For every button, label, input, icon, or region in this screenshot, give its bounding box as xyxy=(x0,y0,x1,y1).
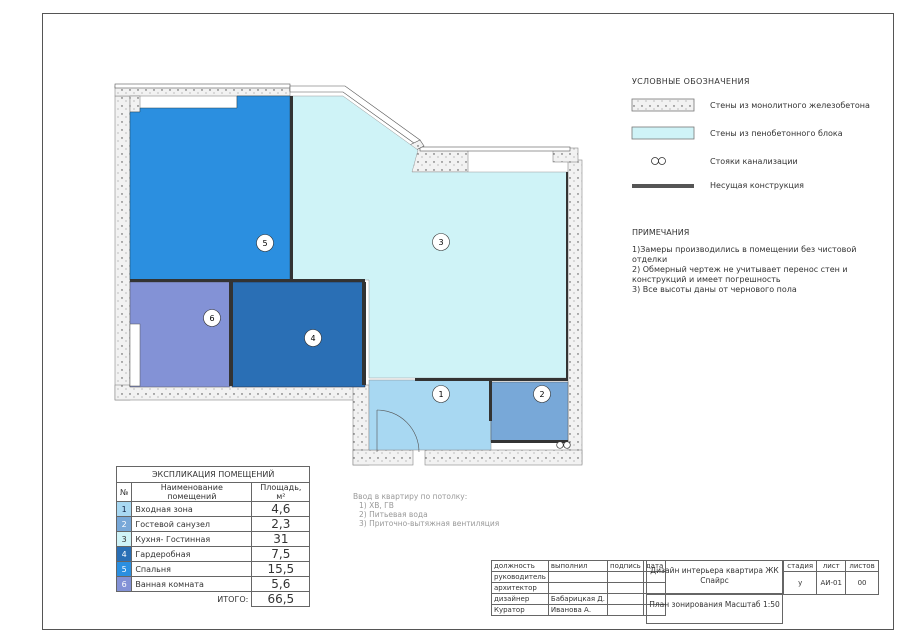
sheet-title: План зонирования Масштаб 1:50 xyxy=(646,594,783,624)
concrete-wall-swatch xyxy=(631,98,695,112)
project-name: Дизайн интерьера квартира ЖК Спайрс xyxy=(646,560,783,594)
table-row: 6 Ванная комната 5,6 xyxy=(115,576,311,592)
room-bedroom xyxy=(129,95,291,281)
room-entry xyxy=(368,379,492,451)
legend-item-foam-block: Стены из пенобетонного блока xyxy=(710,129,843,138)
sheet-info: стадия лист листов у АИ-01 00 xyxy=(782,560,879,595)
table-row: 3 Кухня- Гостинная 31 xyxy=(115,531,311,547)
col-header-name: Наименование помещений xyxy=(131,482,253,502)
legend-title: УСЛОВНЫЕ ОБОЗНАЧЕНИЯ xyxy=(632,77,750,86)
room-wardrobe xyxy=(231,281,366,388)
room-marker-2: 2 xyxy=(539,390,544,399)
entry-utilities: Ввод в квартиру по потолку: 1) ХВ, ГВ 2)… xyxy=(353,492,500,528)
notes-title: ПРИМЕЧАНИЯ xyxy=(632,228,690,237)
legend-sewer-riser-icon xyxy=(651,157,666,165)
legend-item-sewer: Стояки канализации xyxy=(710,157,798,166)
total-label: ИТОГО: xyxy=(116,591,253,607)
table-row: 4 Гардеробная 7,5 xyxy=(115,546,311,562)
table-row: 5 Спальня 15,5 xyxy=(115,561,311,577)
note-item: 3) Все высоты даны от чернового пола xyxy=(632,285,797,294)
room-guest-bathroom xyxy=(490,381,569,443)
room-marker-6: 6 xyxy=(209,314,214,323)
load-bearing-line xyxy=(632,184,694,188)
legend-item-load-bearing: Несущая конструкция xyxy=(710,181,804,190)
explication-title: ЭКСПЛИКАЦИЯ ПОМЕЩЕНИЙ xyxy=(115,466,311,483)
table-row: 1 Входная зона 4,6 xyxy=(115,501,311,517)
col-header-number: № xyxy=(115,482,133,502)
room-marker-1: 1 xyxy=(438,390,443,399)
legend-item-concrete: Стены из монолитного железобетона xyxy=(710,101,870,110)
note-item: 1)Замеры производились в помещении без ч… xyxy=(632,245,857,264)
foam-block-wall-swatch xyxy=(631,126,695,140)
table-row: 2 Гостевой санузел 2,3 xyxy=(115,516,311,532)
notes-list: 1)Замеры производились в помещении без ч… xyxy=(632,245,857,295)
room-marker-5: 5 xyxy=(262,239,267,248)
room-bathroom xyxy=(129,281,231,388)
col-header-area: Площадь, м² xyxy=(251,482,311,502)
explication-table: ЭКСПЛИКАЦИЯ ПОМЕЩЕНИЙ № Наименование пом… xyxy=(115,466,311,607)
room-marker-3: 3 xyxy=(438,238,443,247)
title-block-signatures: должность выполнил подпись дата руководи… xyxy=(491,560,667,616)
note-item: 2) Обмерный чертеж не учитывает перенос … xyxy=(632,265,848,284)
room-marker-4: 4 xyxy=(310,334,315,343)
total-area: 66,5 xyxy=(251,591,311,607)
